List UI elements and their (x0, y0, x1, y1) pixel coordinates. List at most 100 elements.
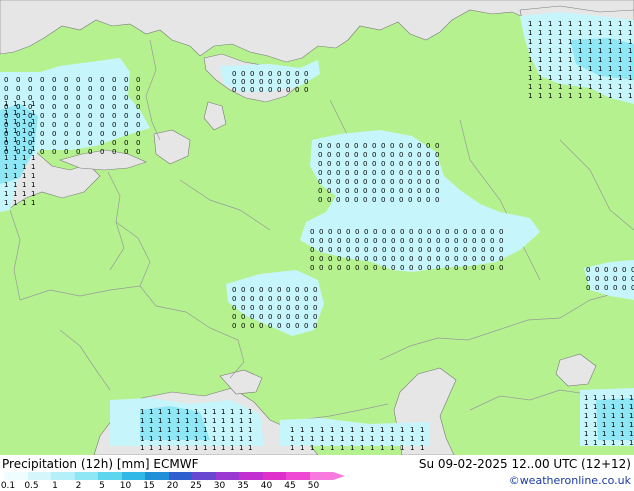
grid-value-marker: 1 (13, 163, 17, 171)
grid-value-marker: 0 (372, 151, 376, 159)
grid-value-marker: 0 (232, 313, 236, 321)
legend-arrow (333, 472, 345, 480)
grid-value-marker: 0 (586, 275, 590, 283)
grid-value-marker: 0 (337, 264, 341, 272)
grid-value-marker: 0 (417, 142, 421, 150)
grid-value-marker: 0 (346, 246, 350, 254)
grid-value-marker: 1 (618, 74, 622, 82)
grid-value-marker: 0 (372, 160, 376, 168)
grid-value-marker: 0 (408, 187, 412, 195)
grid-value-marker: 1 (248, 435, 252, 443)
grid-value-marker: 0 (381, 187, 385, 195)
grid-value-marker: 0 (345, 187, 349, 195)
grid-value-marker: 0 (40, 76, 44, 84)
grid-value-marker: 1 (628, 56, 632, 64)
legend-swatch (4, 472, 28, 480)
grid-value-marker: 1 (620, 403, 624, 411)
grid-value-marker: 1 (629, 430, 633, 438)
grid-value-marker: 0 (277, 304, 281, 312)
grid-value-marker: 0 (400, 228, 404, 236)
grid-value-marker: 0 (250, 295, 254, 303)
grid-value-marker: 0 (337, 228, 341, 236)
grid-value-marker: 1 (149, 417, 153, 425)
grid-value-marker: 1 (370, 444, 374, 452)
grid-value-marker: 1 (568, 74, 572, 82)
grid-value-marker: 0 (408, 169, 412, 177)
grid-value-marker: 0 (390, 169, 394, 177)
grid-value-marker: 0 (136, 76, 140, 84)
grid-value-marker: 1 (620, 439, 624, 447)
grid-value-marker: 0 (250, 304, 254, 312)
grid-value-marker: 1 (31, 100, 35, 108)
grid-value-marker: 0 (337, 246, 341, 254)
grid-value-marker: 1 (629, 439, 633, 447)
grid-value-marker: 1 (176, 435, 180, 443)
credit-link[interactable]: ©weatheronline.co.uk (509, 474, 631, 487)
grid-value-marker: 0 (372, 178, 376, 186)
grid-value-marker: 0 (613, 266, 617, 274)
grid-value-marker: 1 (221, 426, 225, 434)
grid-value-marker: 1 (548, 65, 552, 73)
grid-value-marker: 1 (13, 127, 17, 135)
grid-value-marker: 0 (88, 76, 92, 84)
grid-value-marker: 0 (40, 85, 44, 93)
grid-value-marker: 1 (370, 426, 374, 434)
grid-value-marker: 1 (548, 38, 552, 46)
grid-value-marker: 1 (149, 435, 153, 443)
grid-value-marker: 1 (31, 109, 35, 117)
grid-value-marker: 0 (241, 304, 245, 312)
grid-value-marker: 0 (52, 94, 56, 102)
grid-value-marker: 0 (436, 237, 440, 245)
grid-value-marker: 0 (124, 103, 128, 111)
grid-value-marker: 1 (568, 56, 572, 64)
grid-value-marker: 0 (319, 264, 323, 272)
grid-value-marker: 0 (112, 85, 116, 93)
grid-value-marker: 0 (268, 304, 272, 312)
grid-value-marker: 0 (418, 264, 422, 272)
grid-value-marker: 0 (136, 112, 140, 120)
grid-value-marker: 0 (445, 264, 449, 272)
grid-value-marker: 0 (52, 76, 56, 84)
grid-value-marker: 0 (345, 169, 349, 177)
grid-value-marker: 0 (391, 246, 395, 254)
grid-value-marker: 0 (268, 322, 272, 330)
grid-value-marker: 0 (355, 264, 359, 272)
grid-value-marker: 0 (427, 237, 431, 245)
grid-value-marker: 1 (528, 56, 532, 64)
grid-value-marker: 0 (250, 322, 254, 330)
grid-value-marker: 0 (100, 112, 104, 120)
grid-value-marker: 1 (578, 65, 582, 73)
grid-value-marker: 0 (426, 151, 430, 159)
grid-value-marker: 0 (390, 196, 394, 204)
grid-value-marker: 0 (373, 264, 377, 272)
grid-value-marker: 0 (490, 255, 494, 263)
grid-value-marker: 1 (390, 444, 394, 452)
grid-value-marker: 1 (13, 145, 17, 153)
grid-value-marker: 0 (76, 94, 80, 102)
grid-value-marker: 0 (400, 255, 404, 263)
grid-value-marker: 0 (295, 286, 299, 294)
grid-value-marker: 0 (136, 130, 140, 138)
grid-value-marker: 1 (628, 29, 632, 37)
grid-value-marker: 1 (578, 29, 582, 37)
grid-value-marker: 0 (232, 86, 236, 94)
grid-value-marker: 0 (40, 94, 44, 102)
grid-value-marker: 1 (598, 20, 602, 28)
grid-value-marker: 0 (40, 139, 44, 147)
grid-value-marker: 0 (390, 151, 394, 159)
grid-value-marker: 1 (4, 100, 8, 108)
grid-value-marker: 1 (584, 430, 588, 438)
legend-swatch (27, 472, 51, 480)
grid-value-marker: 1 (588, 74, 592, 82)
grid-value-marker: 1 (400, 444, 404, 452)
grid-value-marker: 0 (286, 286, 290, 294)
grid-value-marker: 0 (64, 103, 68, 111)
grid-value-marker: 0 (409, 228, 413, 236)
grid-value-marker: 0 (259, 70, 263, 78)
grid-value-marker: 1 (212, 408, 216, 416)
grid-value-marker: 0 (435, 160, 439, 168)
grid-value-marker: 1 (340, 444, 344, 452)
grid-value-marker: 1 (420, 435, 424, 443)
grid-value-marker: 0 (364, 237, 368, 245)
grid-value-marker: 0 (481, 246, 485, 254)
